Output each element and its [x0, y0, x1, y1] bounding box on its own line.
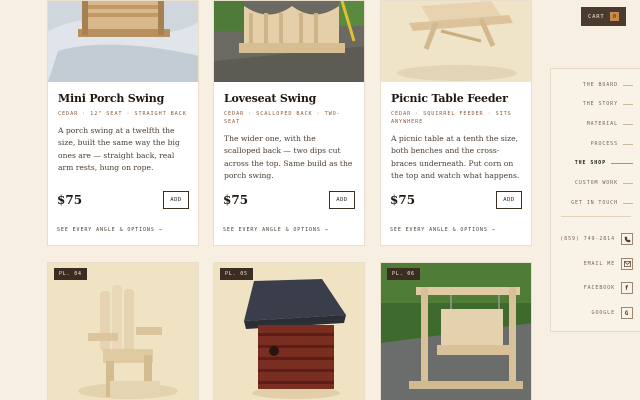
- product-title[interactable]: Loveseat Swing: [224, 92, 354, 105]
- a-frame-swing-photo: [381, 263, 531, 400]
- contact-facebook[interactable]: FACEBOOK f: [551, 281, 640, 295]
- nav-line: [623, 182, 633, 184]
- add-to-cart-button[interactable]: ADD: [496, 191, 522, 209]
- see-options-link[interactable]: SEE EVERY ANGLE & OPTIONS →: [390, 227, 496, 233]
- product-meta: CEDAR · SCALLOPED BACK · TWO-SEAT: [224, 111, 341, 125]
- plate-badge: PL. 05: [220, 268, 253, 280]
- product-description: A porch swing at a twelfth the size, bui…: [58, 126, 180, 173]
- product-photo[interactable]: [48, 1, 198, 82]
- product-meta: CEDAR · 12" SEAT · STRAIGHT BACK: [58, 111, 187, 117]
- nav-item-the-board[interactable]: THE BOARD: [551, 79, 640, 91]
- facebook-icon: f: [621, 282, 633, 294]
- nav-item-process[interactable]: PROCESS: [551, 138, 640, 150]
- mini-porch-swing-photo: [48, 1, 198, 82]
- nav-line: [623, 123, 633, 125]
- nav-item-label: CUSTOM WORK: [574, 180, 618, 186]
- product-tile-birdhouse[interactable]: PL. 05: [213, 262, 365, 400]
- plate-badge: PL. 04: [54, 268, 87, 280]
- see-options-link[interactable]: SEE EVERY ANGLE & OPTIONS →: [223, 227, 329, 233]
- nav-line: [623, 202, 633, 204]
- product-card-loveseat-swing[interactable]: Loveseat Swing CEDAR · SCALLOPED BACK · …: [213, 0, 365, 246]
- product-title[interactable]: Mini Porch Swing: [58, 92, 188, 105]
- nav-item-the-story[interactable]: THE STORY: [551, 98, 640, 110]
- side-navigation: THE BOARD THE STORY MATERIAL PROCESS THE…: [550, 68, 640, 332]
- nav-item-label: THE STORY: [582, 101, 618, 107]
- contact-email[interactable]: EMAIL ME: [551, 257, 640, 271]
- phone-icon: [621, 233, 633, 245]
- product-price: $75: [390, 193, 416, 207]
- contact-phone[interactable]: (859) 749-2814: [551, 232, 640, 246]
- plate-badge: PL. 06: [387, 268, 420, 280]
- product-photo[interactable]: [381, 1, 531, 82]
- product-price: $75: [57, 193, 83, 207]
- picnic-table-feeder-photo: [381, 1, 531, 82]
- add-to-cart-button[interactable]: ADD: [163, 191, 189, 209]
- nav-item-get-in-touch[interactable]: GET IN TOUCH: [551, 197, 640, 209]
- add-to-cart-button[interactable]: ADD: [329, 191, 355, 209]
- contact-google[interactable]: GOOGLE G: [551, 306, 640, 320]
- adirondack-chair-photo: [48, 263, 198, 400]
- nav-item-label: PROCESS: [590, 141, 618, 147]
- product-photo[interactable]: [214, 1, 364, 82]
- product-price: $75: [223, 193, 249, 207]
- nav-item-custom-work[interactable]: CUSTOM WORK: [551, 177, 640, 189]
- nav-item-material[interactable]: MATERIAL: [551, 118, 640, 130]
- see-options-link[interactable]: SEE EVERY ANGLE & OPTIONS →: [57, 227, 163, 233]
- nav-item-the-shop[interactable]: THE SHOP: [551, 157, 640, 169]
- loveseat-swing-photo: [214, 1, 364, 82]
- phone-label: (859) 749-2814: [560, 236, 615, 242]
- cart-button[interactable]: CART 0: [581, 7, 626, 26]
- mail-icon: [621, 258, 633, 270]
- nav-divider: [561, 216, 631, 217]
- product-tile-adirondack-chair[interactable]: PL. 04: [47, 262, 199, 400]
- product-meta: CEDAR · SQUIRREL FEEDER · SITS ANYWHERE: [391, 111, 512, 125]
- product-description: A picnic table at a tenth the size, both…: [391, 134, 520, 181]
- nav-item-label: GET IN TOUCH: [571, 200, 618, 206]
- nav-line: [623, 103, 633, 105]
- google-icon: G: [621, 307, 633, 319]
- nav-active-line: [611, 162, 633, 164]
- cart-count-badge: 0: [610, 12, 620, 21]
- nav-line: [623, 143, 633, 145]
- google-label: GOOGLE: [591, 310, 615, 316]
- facebook-label: FACEBOOK: [583, 285, 615, 291]
- nav-item-label: THE SHOP: [574, 160, 606, 166]
- email-label: EMAIL ME: [583, 261, 615, 267]
- product-description: The wider one, with the scalloped back —…: [224, 134, 353, 181]
- product-card-picnic-table-feeder[interactable]: Picnic Table Feeder CEDAR · SQUIRREL FEE…: [380, 0, 532, 246]
- nav-line: [623, 84, 633, 86]
- nav-item-label: MATERIAL: [586, 121, 618, 127]
- cart-label: CART: [588, 13, 605, 20]
- birdhouse-photo: [214, 263, 364, 400]
- product-card-mini-porch-swing[interactable]: Mini Porch Swing CEDAR · 12" SEAT · STRA…: [47, 0, 199, 246]
- nav-item-label: THE BOARD: [582, 82, 618, 88]
- product-tile-a-frame-swing[interactable]: PL. 06: [380, 262, 532, 400]
- product-title[interactable]: Picnic Table Feeder: [391, 92, 521, 105]
